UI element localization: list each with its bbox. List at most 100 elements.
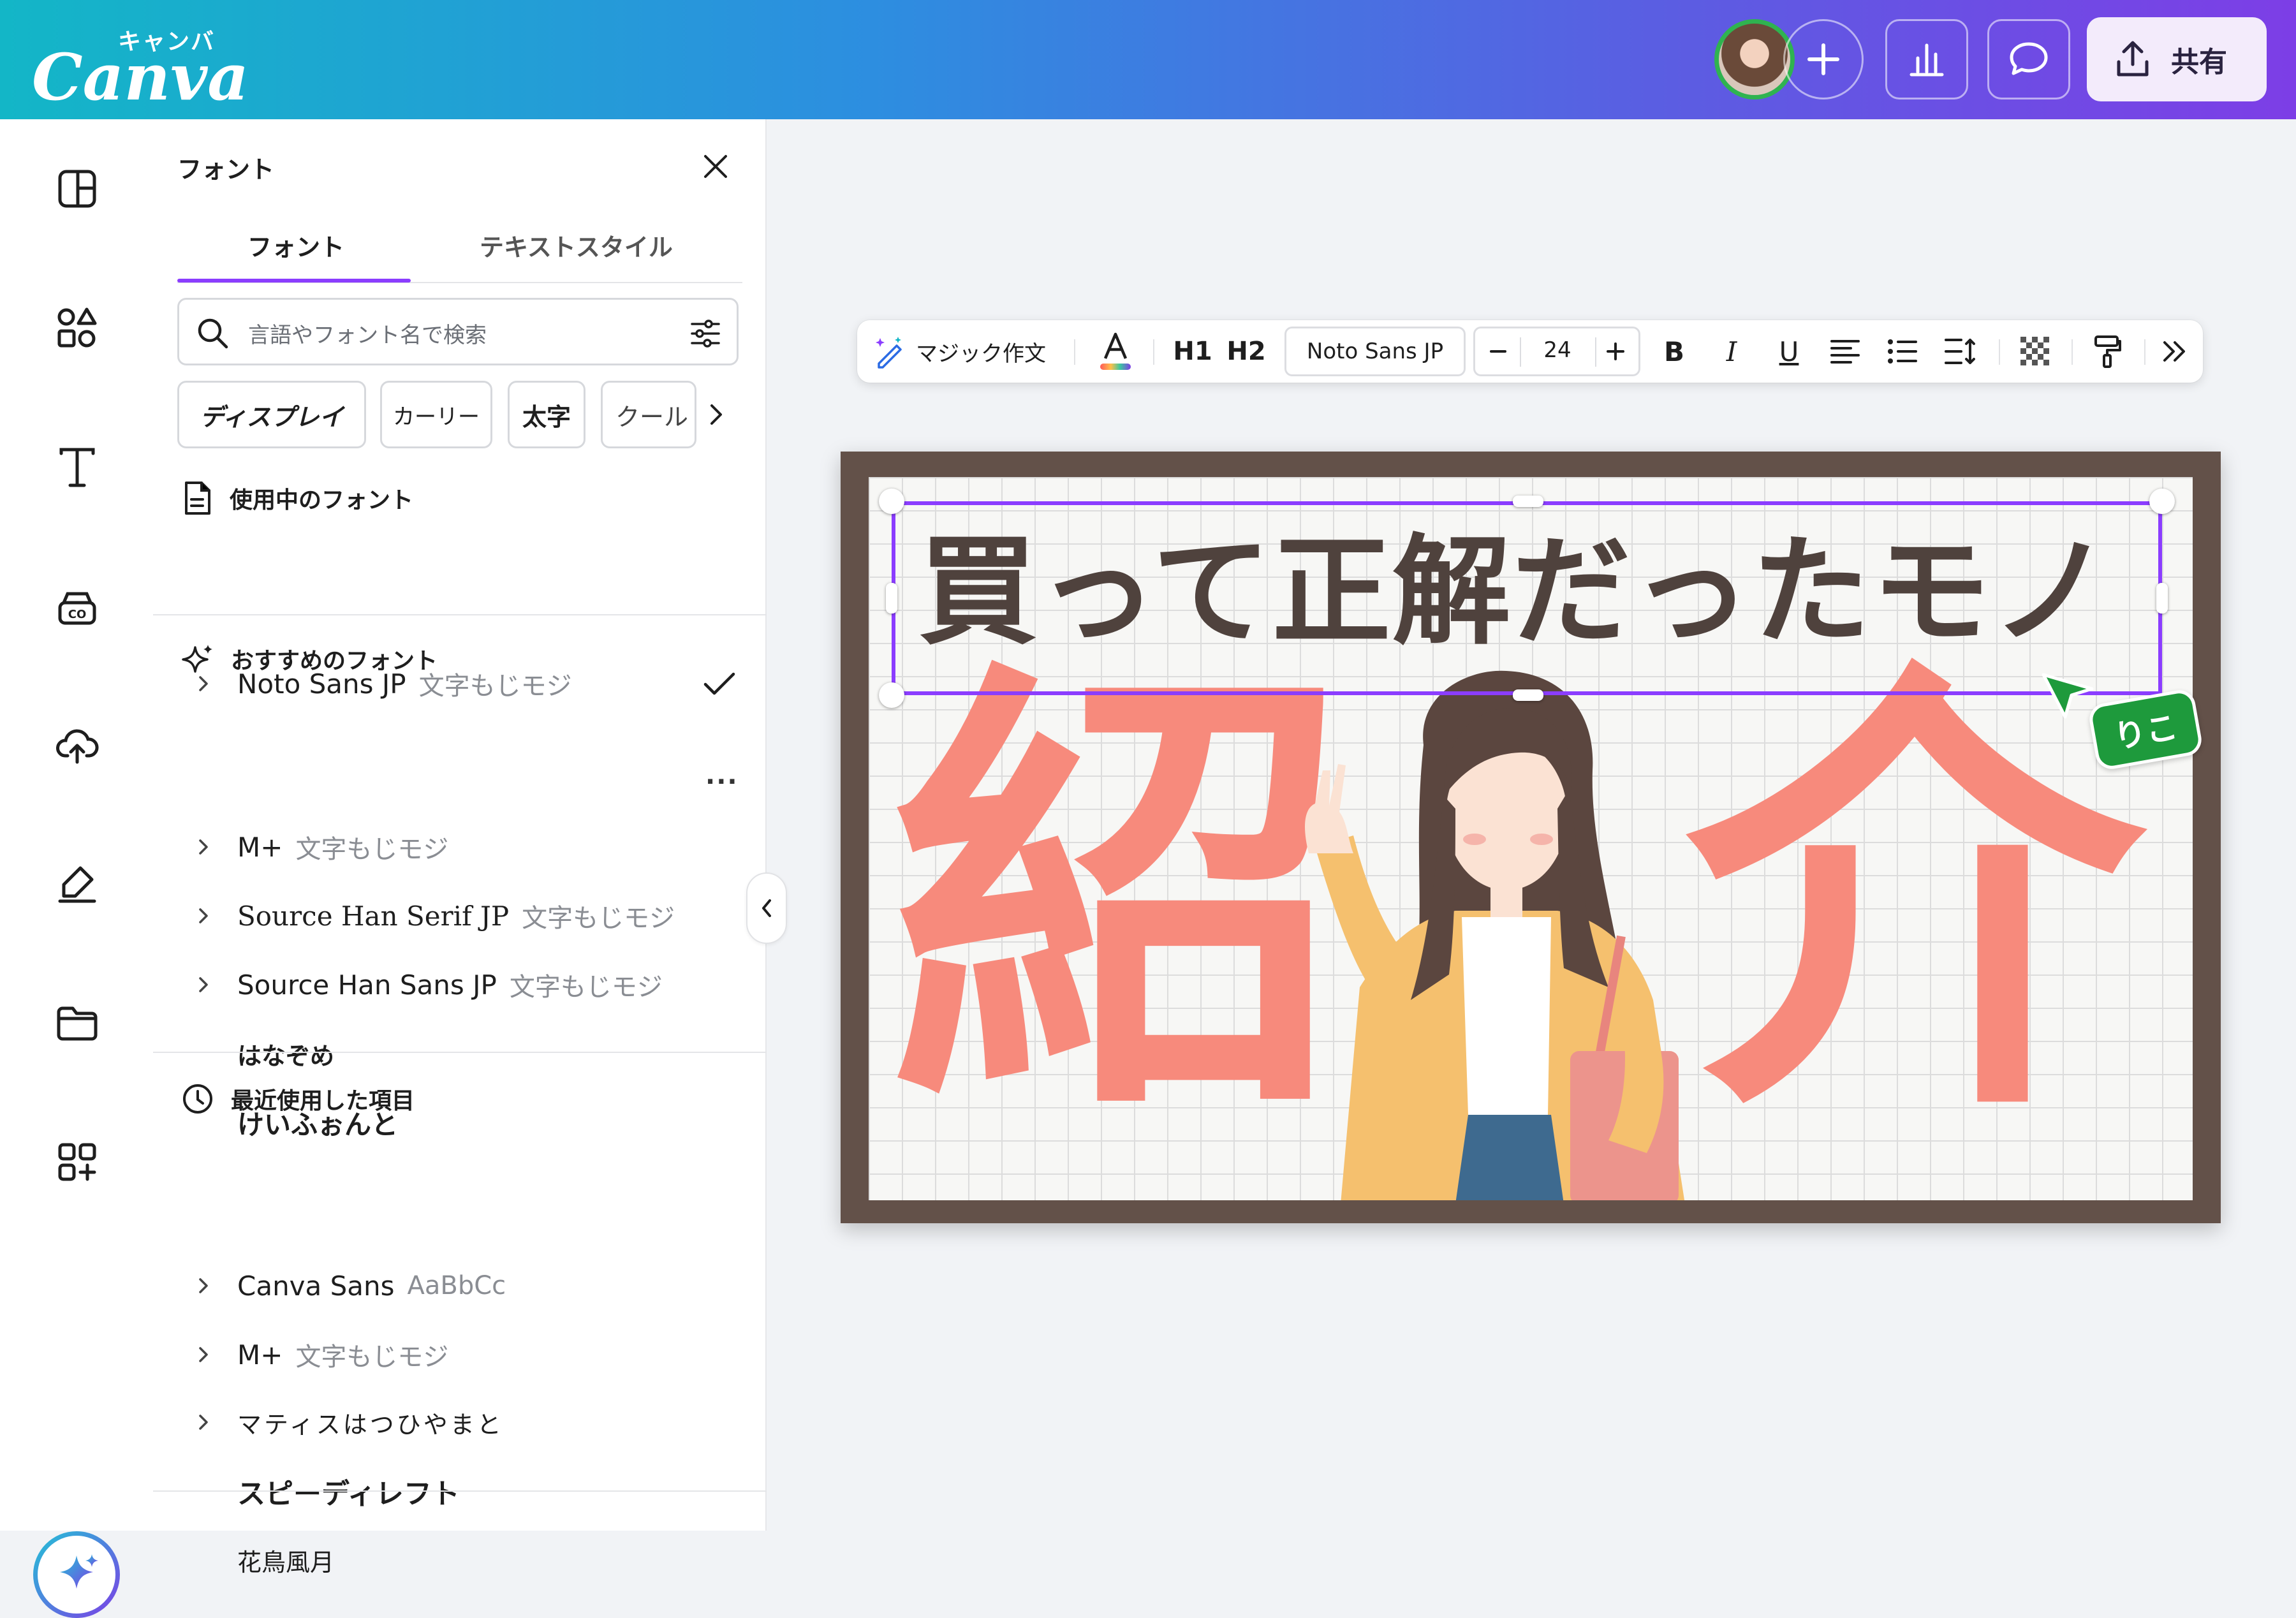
resize-handle-right[interactable] [2156, 583, 2168, 614]
resize-handle-top-left[interactable] [879, 489, 904, 514]
font-item-kachofugetsu[interactable]: 花鳥風月 [198, 1538, 334, 1582]
section-in-use: 使用中のフォント [181, 480, 413, 516]
close-panel-button[interactable] [696, 147, 735, 186]
logo-word: Canva [32, 40, 249, 115]
rail-brand[interactable]: CO [50, 578, 105, 633]
upload-icon [2117, 41, 2149, 77]
tab-text-styles[interactable]: テキストスタイル [480, 228, 673, 263]
font-item-matisse[interactable]: マティスはつひやまと [198, 1400, 504, 1445]
insights-button[interactable] [1885, 19, 1968, 99]
transparency-icon [2020, 337, 2050, 366]
svg-text:CO: CO [68, 608, 87, 621]
rail-apps[interactable] [50, 1135, 105, 1189]
magic-pen-icon [876, 337, 902, 369]
font-item-source-han-sans[interactable]: Source Han Sans JP 文字もじモジ [198, 962, 663, 1007]
chevron-right-icon[interactable] [198, 976, 209, 994]
double-chevron-right-icon [2163, 341, 2185, 362]
font-size-stepper: 24 [1473, 327, 1640, 376]
divider [153, 1490, 767, 1492]
plus-icon [1807, 43, 1839, 75]
chip-bold[interactable]: 太字 [508, 381, 585, 448]
list-button[interactable] [1880, 320, 1925, 383]
filter-icon[interactable] [688, 316, 723, 351]
chevron-right-icon[interactable] [198, 1413, 209, 1431]
align-button[interactable] [1823, 320, 1867, 383]
close-icon [704, 155, 727, 178]
chip-curly[interactable]: カーリー [380, 381, 492, 448]
search-placeholder: 言語やフォント名で検索 [248, 323, 487, 348]
collapse-panel-button[interactable] [746, 872, 787, 944]
template-icon [58, 170, 96, 208]
add-collaborator-button[interactable] [1783, 19, 1864, 99]
chip-display[interactable]: ディスプレイ [177, 381, 366, 448]
top-bar: キャンバ Canva 共有 [0, 0, 2296, 119]
italic-button[interactable]: I [1709, 320, 1754, 383]
font-item-canva-sans[interactable]: Canva Sans AaBbCc [198, 1263, 506, 1308]
clock-icon [183, 1084, 212, 1114]
heading-1-button[interactable]: H1 [1172, 320, 1213, 383]
left-rail: CO [0, 119, 153, 1618]
big-kanji-right[interactable]: 介 [1685, 668, 2144, 1128]
chevron-right-icon[interactable] [198, 1346, 209, 1364]
spacing-button[interactable] [1938, 320, 1982, 383]
chips-scroll-right[interactable] [702, 400, 731, 429]
chevron-left-icon [762, 899, 771, 917]
chevron-right-icon[interactable] [198, 838, 209, 856]
paint-roller-icon [2094, 335, 2121, 368]
more-tools-button[interactable] [2156, 320, 2194, 383]
text-color-button[interactable] [1093, 320, 1138, 383]
heading-2-button[interactable]: H2 [1226, 320, 1267, 383]
decrease-size-button[interactable] [1480, 334, 1516, 369]
font-item-m-plus[interactable]: M+ 文字もじモジ [198, 825, 448, 869]
chip-cool[interactable]: クール [601, 381, 696, 448]
transparency-button[interactable] [2013, 320, 2057, 383]
magic-write-button[interactable]: マジック作文 [871, 320, 1046, 383]
resize-handle-bottom[interactable] [1513, 689, 1543, 701]
rail-uploads[interactable] [50, 717, 105, 772]
text-icon [59, 448, 95, 487]
rail-draw[interactable] [50, 857, 105, 911]
bar-chart-icon [1910, 43, 1944, 77]
chevron-right-icon[interactable] [198, 907, 209, 925]
sparkle-icon [60, 1554, 98, 1589]
more-options-button[interactable]: ··· [705, 767, 739, 797]
bullet-list-icon [1888, 339, 1917, 364]
plus-icon [1607, 342, 1624, 360]
pen-icon [58, 866, 96, 903]
rail-design[interactable] [50, 161, 105, 216]
increase-size-button[interactable] [1598, 334, 1633, 369]
font-family-dropdown[interactable]: Noto Sans JP [1284, 327, 1466, 376]
font-item-hanazome[interactable]: はなぞめ [198, 1031, 334, 1076]
document-icon [185, 482, 210, 515]
font-panel: フォント フォント テキストスタイル 言語やフォント名で検索 ディスプレイ カー… [153, 119, 767, 1577]
divider [153, 1052, 767, 1053]
panel-title: フォント [177, 156, 275, 184]
minus-icon [1490, 350, 1506, 353]
rail-elements[interactable] [50, 300, 105, 355]
chevron-right-icon[interactable] [198, 1277, 209, 1295]
align-left-icon [1830, 340, 1860, 364]
font-size-input[interactable]: 24 [1522, 337, 1593, 363]
rail-projects[interactable] [50, 996, 105, 1050]
cloud-upload-icon [56, 729, 99, 764]
resize-handle-top-right[interactable] [2149, 489, 2175, 514]
tab-fonts[interactable]: フォント [247, 228, 344, 263]
magic-assistant-button[interactable] [33, 1531, 120, 1618]
resize-handle-top[interactable] [1513, 496, 1543, 507]
comments-button[interactable] [1987, 19, 2070, 99]
bold-button[interactable]: B [1652, 320, 1696, 383]
share-button[interactable]: 共有 [2087, 17, 2267, 101]
rail-text[interactable] [50, 439, 105, 494]
resize-handle-bottom-left[interactable] [879, 682, 904, 708]
underline-button[interactable]: U [1767, 320, 1811, 383]
copy-style-button[interactable] [2086, 320, 2130, 383]
resize-handle-left[interactable] [886, 583, 897, 614]
font-item-source-han-serif[interactable]: Source Han Serif JP 文字もじモジ [198, 894, 675, 938]
font-search-input[interactable]: 言語やフォント名で検索 [177, 298, 739, 365]
chevron-right-icon[interactable] [198, 675, 209, 693]
woman-illustration[interactable] [1264, 668, 1749, 1200]
comment-icon [2010, 42, 2048, 75]
collaborator-cursor-icon [2042, 673, 2094, 719]
font-item-m-plus-recent[interactable]: M+ 文字もじモジ [198, 1332, 448, 1377]
section-recommended: おすすめのフォント [181, 642, 438, 675]
